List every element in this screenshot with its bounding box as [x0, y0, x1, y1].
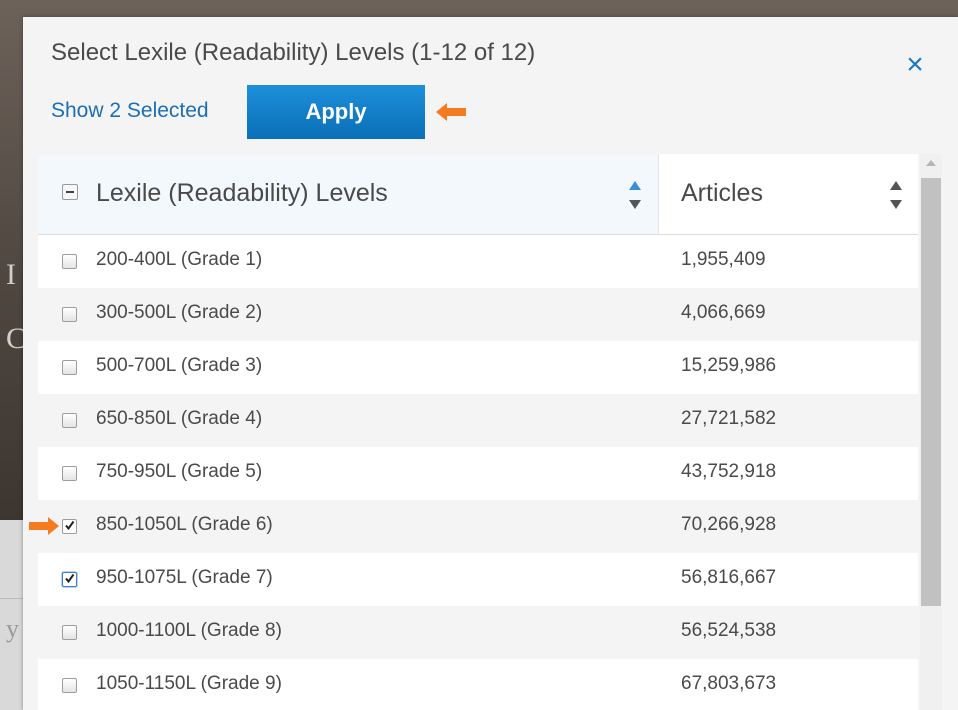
row-article-count: 56,816,667	[681, 567, 777, 588]
row-article-count: 43,752,918	[681, 461, 777, 482]
row-level-label: 850-1050L (Grade 6)	[96, 514, 273, 535]
row-level-label: 300-500L (Grade 2)	[96, 302, 263, 323]
row-level-label: 500-700L (Grade 3)	[96, 355, 263, 376]
table-row[interactable]: 300-500L (Grade 2) 4,066,669	[38, 288, 918, 341]
row-level-label: 200-400L (Grade 1)	[96, 249, 263, 270]
row-article-count: 70,266,928	[681, 514, 777, 535]
table-row[interactable]: 950-1075L (Grade 7) 56,816,667	[38, 553, 918, 606]
table-row[interactable]: 750-950L (Grade 5) 43,752,918	[38, 447, 918, 500]
table-row[interactable]: 1050-1150L (Grade 9) 67,803,673	[38, 659, 918, 710]
row-checkbox[interactable]	[62, 678, 77, 693]
row-level-label: 1000-1100L (Grade 8)	[96, 620, 282, 641]
background-text-fragment: y	[6, 614, 19, 643]
row-checkbox[interactable]	[62, 625, 77, 640]
row-article-count: 56,524,538	[681, 620, 777, 641]
row-level-label: 1050-1150L (Grade 9)	[96, 673, 282, 694]
row-article-count: 1,955,409	[681, 249, 766, 270]
row-level-label: 750-950L (Grade 5)	[96, 461, 263, 482]
table-body: 200-400L (Grade 1) 1,955,409 300-500L (G…	[38, 235, 918, 710]
row-checkbox[interactable]	[62, 519, 77, 534]
table-row[interactable]: 850-1050L (Grade 6) 70,266,928	[38, 500, 918, 553]
table-row[interactable]: 650-850L (Grade 4) 27,721,582	[38, 394, 918, 447]
row-checkbox[interactable]	[62, 254, 77, 269]
row-checkbox[interactable]	[62, 466, 77, 481]
table-scrollbar[interactable]	[920, 154, 942, 710]
apply-button[interactable]: Apply	[247, 85, 425, 139]
modal-title: Select Lexile (Readability) Levels (1-12…	[51, 39, 536, 66]
table-header: Lexile (Readability) Levels Articles	[38, 154, 918, 235]
sort-arrows-icon[interactable]	[628, 179, 642, 211]
row-checkbox[interactable]	[62, 413, 77, 428]
close-icon[interactable]: ×	[899, 49, 931, 81]
row-checkbox[interactable]	[62, 360, 77, 375]
orange-arrow-icon	[29, 517, 59, 535]
lexile-levels-table: Lexile (Readability) Levels Articles 200…	[38, 154, 918, 710]
checkmark-icon	[65, 573, 75, 584]
table-row[interactable]: 200-400L (Grade 1) 1,955,409	[38, 235, 918, 288]
column-header-articles-label: Articles	[681, 179, 763, 207]
row-article-count: 15,259,986	[681, 355, 777, 376]
sort-arrows-icon[interactable]	[889, 179, 903, 211]
background-text-fragment: I	[6, 258, 16, 291]
scroll-up-icon[interactable]	[926, 160, 936, 166]
row-checkbox[interactable]	[62, 307, 77, 322]
row-level-label: 650-850L (Grade 4)	[96, 408, 263, 429]
select-all-checkbox[interactable]	[62, 184, 78, 200]
orange-arrow-icon	[436, 103, 466, 121]
column-header-levels-label: Lexile (Readability) Levels	[96, 179, 388, 207]
show-selected-link[interactable]: Show 2 Selected	[51, 99, 209, 123]
row-article-count: 67,803,673	[681, 673, 777, 694]
row-level-label: 950-1075L (Grade 7)	[96, 567, 273, 588]
row-article-count: 27,721,582	[681, 408, 777, 429]
checkmark-icon	[65, 520, 75, 531]
column-header-levels[interactable]: Lexile (Readability) Levels	[38, 154, 659, 234]
row-checkbox[interactable]	[62, 572, 77, 587]
table-row[interactable]: 1000-1100L (Grade 8) 56,524,538	[38, 606, 918, 659]
lexile-levels-modal: Select Lexile (Readability) Levels (1-12…	[23, 17, 958, 710]
row-article-count: 4,066,669	[681, 302, 766, 323]
scrollbar-thumb[interactable]	[921, 178, 941, 606]
column-header-articles[interactable]: Articles	[659, 154, 918, 234]
table-row[interactable]: 500-700L (Grade 3) 15,259,986	[38, 341, 918, 394]
